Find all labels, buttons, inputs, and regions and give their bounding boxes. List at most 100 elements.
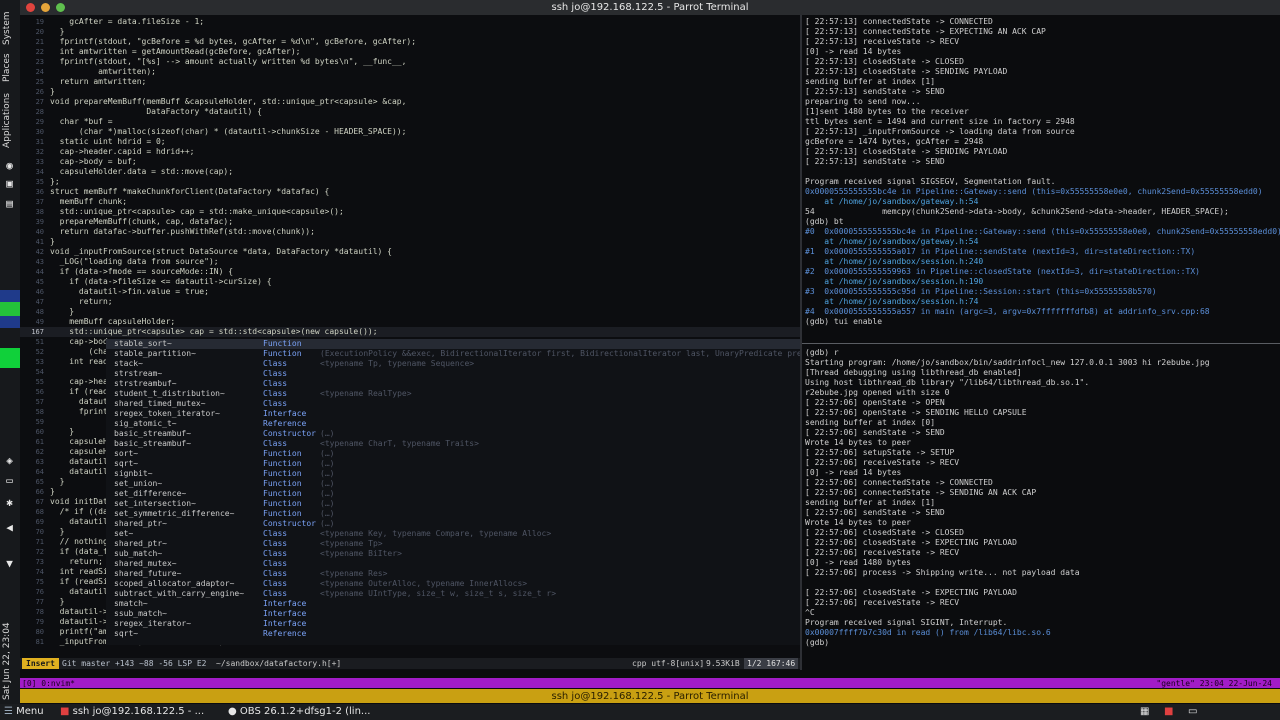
completion-item[interactable]: strstreambuf~ Class [106, 379, 800, 389]
system-menu[interactable]: System [2, 5, 16, 45]
tmux-window-list[interactable]: [0] 0:nvim* [22, 679, 75, 688]
completion-item[interactable]: shared_future~ Class <typename Res> [106, 569, 800, 579]
completion-item[interactable]: sregex_token_iterator~ Interface [106, 409, 800, 419]
bluetooth-icon[interactable]: ✱ [3, 497, 16, 509]
wifi-icon[interactable]: ▼ [3, 558, 16, 570]
code-line[interactable]: 21 fprintf(stdout, "gcBefore = %d bytes,… [20, 37, 800, 47]
completion-item[interactable]: shared_ptr~ Class <typename Tp> [106, 539, 800, 549]
completion-name: set_difference~ [114, 489, 187, 498]
completion-item[interactable]: subtract_with_carry_engine~ Class <typenam… [106, 589, 800, 599]
chat-icon[interactable]: ▭ [3, 475, 16, 487]
code-line[interactable]: 46 datautil->fin.value = true; [20, 287, 800, 297]
completion-item[interactable]: sub_match~ Class <typename BiIter> [106, 549, 800, 559]
line-number: 30 [35, 128, 44, 136]
completion-item[interactable]: stable_sort~ Function [106, 339, 800, 349]
code-line[interactable]: 32 cap->header.capid = hdrid++; [20, 147, 800, 157]
taskbar-item-terminal[interactable]: ■ ssh jo@192.168.122.5 - ... [60, 706, 204, 718]
code-line[interactable]: 33 cap->body = buf; [20, 157, 800, 167]
code-line[interactable]: 37 memBuff chunk; [20, 197, 800, 207]
code-line[interactable]: 20 } [20, 27, 800, 37]
code-line[interactable]: 28 DataFactory *datautil) { [20, 107, 800, 117]
completion-item[interactable]: strstream~ Class [106, 369, 800, 379]
applications-menu[interactable]: Applications [2, 86, 16, 148]
code-line[interactable]: 48 } [20, 307, 800, 317]
completion-item[interactable]: sqrt~ Reference [106, 629, 800, 639]
code-line[interactable]: 35}; [20, 177, 800, 187]
completion-item[interactable]: set_union~ Function (…) [106, 479, 800, 489]
terminal-task-icon: ■ [60, 706, 70, 717]
completion-item[interactable]: sregex_iterator~ Interface [106, 619, 800, 629]
code-line[interactable]: 34 capsuleHolder.data = std::move(cap); [20, 167, 800, 177]
taskbar-item-obs[interactable]: ● OBS 26.1.2+dfsg1-2 (lin... [228, 706, 370, 718]
completion-item[interactable]: sort~ Function (…) [106, 449, 800, 459]
code-line[interactable]: 22 int amtwritten = getAmountRead(gcBefo… [20, 47, 800, 57]
folder-icon[interactable]: ▤ [3, 198, 16, 210]
code-text: void prepareMemBuff(memBuff &capsuleHold… [50, 97, 407, 106]
completion-item[interactable]: basic_streambuf~ Class <typename CharT, ty… [106, 439, 800, 449]
workspace-switcher-icon[interactable]: ■ [1164, 706, 1173, 718]
code-line[interactable]: 31 static uint hdrid = 0; [20, 137, 800, 147]
completion-item[interactable]: signbit~ Function (…) [106, 469, 800, 479]
code-line[interactable]: 44 if (data->fmode == sourceMode::IN) { [20, 267, 800, 277]
line-number: 77 [35, 598, 44, 606]
completion-item[interactable]: shared_ptr~ Constructor (…) [106, 519, 800, 529]
completion-popup[interactable]: stable_sort~ Function stable_partition~ Fun… [106, 339, 811, 645]
places-menu[interactable]: Places [2, 48, 16, 82]
browser-icon[interactable]: ◉ [3, 160, 16, 172]
completion-item[interactable]: shared_timed_mutex~ Class [106, 399, 800, 409]
completion-item[interactable]: stack~ Class <typename Tp, typename Sequen… [106, 359, 800, 369]
code-line[interactable]: 167 std::unique_ptr<capsule> cap = std::… [20, 327, 800, 337]
volume-icon[interactable]: ◀ [3, 522, 16, 534]
completion-item[interactable]: ssub_match~ Interface [106, 609, 800, 619]
code-line[interactable]: 36 struct memBuff *makeChunkforClient(Dat… [20, 187, 800, 197]
completion-name: signbit~ [114, 469, 153, 478]
completion-item[interactable]: set_intersection~ Function (…) [106, 499, 800, 509]
line-number: 48 [35, 308, 44, 316]
completion-item[interactable]: shared_mutex~ Class [106, 559, 800, 569]
code-line[interactable]: 49 memBuff capsuleHolder; [20, 317, 800, 327]
code-line[interactable]: 38 std::unique_ptr<capsule> cap = std::m… [20, 207, 800, 217]
completion-name: sort~ [114, 449, 139, 458]
line-number: 52 [35, 348, 44, 356]
completion-item[interactable]: set_symmetric_difference~ Function (…) [106, 509, 800, 519]
code-line[interactable]: 39 prepareMemBuff(chunk, cap, datafac); [20, 217, 800, 227]
clock[interactable]: Sat Jun 22, 23:04 [2, 590, 16, 700]
gdb-console-line: [ 22:57:06] receiveState -> RECV [805, 458, 960, 467]
completion-item[interactable]: set_difference~ Function (…) [106, 489, 800, 499]
code-line[interactable]: 42 void _inputFromSource(struct DataSourc… [20, 247, 800, 257]
completion-item[interactable]: set~ Class <typename Key, typename Compare… [106, 529, 800, 539]
code-line[interactable]: 23 fprintf(stdout, "[%s] --> amount actu… [20, 57, 800, 67]
code-line[interactable]: 26} [20, 87, 800, 97]
line-number: 33 [35, 158, 44, 166]
gdb-console-line: [ 22:57:06] connectedState -> CONNECTED [805, 478, 993, 487]
code-line[interactable]: 29 char *buf = [20, 117, 800, 127]
completion-item[interactable]: sqrt~ Function (…) [106, 459, 800, 469]
code-line[interactable]: 30 (char *)malloc(sizeof(char) * (dataut… [20, 127, 800, 137]
window-titlebar[interactable]: ssh jo@192.168.122.5 - Parrot Terminal [20, 0, 1280, 15]
menu-button[interactable]: ☰ Menu [4, 706, 44, 718]
line-number: 25 [35, 78, 44, 86]
completion-kind: Class [263, 399, 288, 408]
terminal-icon[interactable]: ▣ [3, 178, 16, 190]
completion-item[interactable]: sig_atomic_t~ Reference [106, 419, 800, 429]
completion-item[interactable]: student_t_distribution~ Class <typename Re… [106, 389, 800, 399]
network-icon[interactable]: ◈ [3, 455, 16, 467]
code-line[interactable]: 24 amtwritten); [20, 67, 800, 77]
code-line[interactable]: 47 return; [20, 297, 800, 307]
code-line[interactable]: 45 if (data->fileSize <= datautil->curSi… [20, 277, 800, 287]
workspace-icon[interactable]: ▭ [1188, 706, 1197, 718]
code-line[interactable]: 40 return datafac->buffer.pushWithRef(st… [20, 227, 800, 237]
code-line[interactable]: 41} [20, 237, 800, 247]
completion-item[interactable]: stable_partition~ Function (ExecutionPolic… [106, 349, 811, 359]
completion-item[interactable]: smatch~ Interface [106, 599, 800, 609]
completion-kind: Function [263, 489, 302, 498]
code-line[interactable]: 27 void prepareMemBuff(memBuff &capsuleHo… [20, 97, 800, 107]
code-line[interactable]: 43 _LOG("loading data from source"); [20, 257, 800, 267]
show-desktop-icon[interactable]: ▦ [1140, 706, 1149, 718]
code-line[interactable]: 25 return amtwritten; [20, 77, 800, 87]
code-text: return datafac->buffer.pushWithRef(std::… [50, 227, 315, 236]
completion-item[interactable]: scoped_allocator_adaptor~ Class <typename … [106, 579, 800, 589]
completion-item[interactable]: basic_streambuf~ Constructor (…) [106, 429, 800, 439]
completion-name: sig_atomic_t~ [114, 419, 177, 428]
code-line[interactable]: 19 gcAfter = data.fileSize - 1; [20, 17, 800, 27]
